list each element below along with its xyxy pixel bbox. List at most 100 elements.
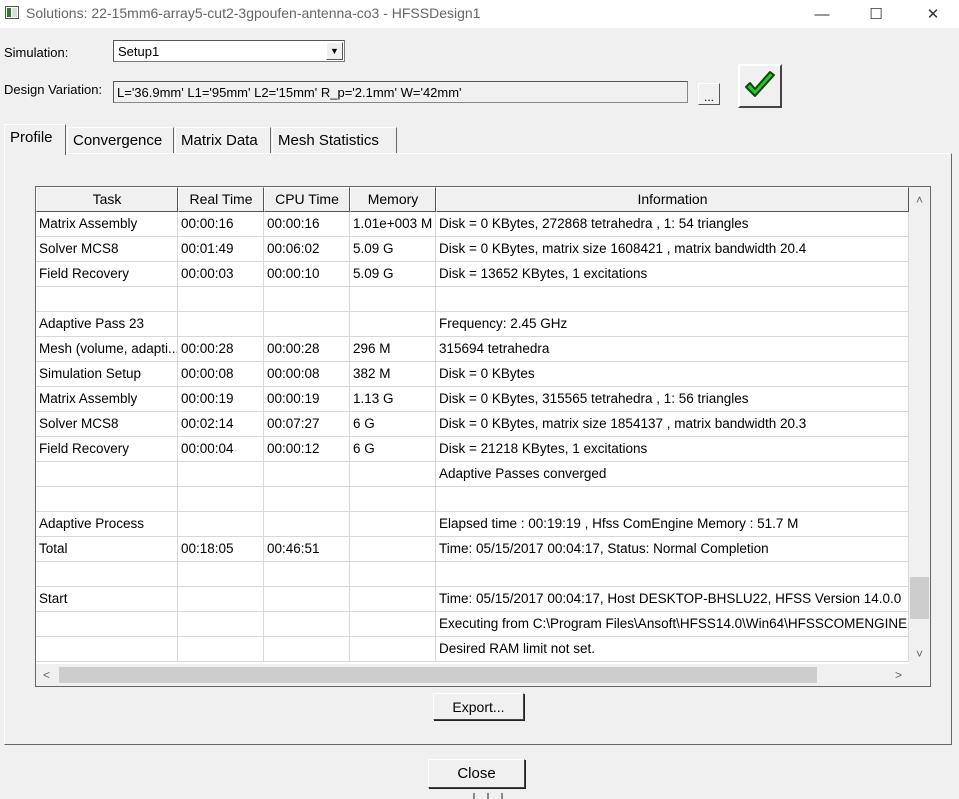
column-header-memory[interactable]: Memory: [350, 187, 436, 212]
table-row[interactable]: Desired RAM limit not set.: [36, 637, 909, 662]
vertical-scroll-thumb[interactable]: [910, 577, 929, 619]
cell-information: Disk = 0 KBytes: [436, 362, 909, 386]
scroll-left-icon[interactable]: <: [36, 664, 57, 685]
cell-task: Simulation Setup: [36, 362, 178, 386]
cell-real-time: 00:18:05: [178, 537, 264, 561]
design-variation-browse-button[interactable]: ...: [698, 83, 720, 105]
cell-cpu-time: [264, 462, 350, 486]
table-row[interactable]: Adaptive Passes converged: [36, 462, 909, 487]
cell-cpu-time: 00:00:12: [264, 437, 350, 461]
table-row[interactable]: Solver MCS8 00:02:14 00:07:27 6 G Disk = 0 K…: [36, 412, 909, 437]
close-button[interactable]: Close: [428, 759, 525, 788]
maximize-button[interactable]: ☐: [853, 0, 899, 28]
table-row[interactable]: Matrix Assembly 00:00:16 00:00:16 1.01e+003…: [36, 212, 909, 237]
scrollbar-corner: [909, 664, 930, 686]
export-button[interactable]: Export...: [433, 693, 524, 720]
table-row[interactable]: Simulation Setup 00:00:08 00:00:08 382 M Dis…: [36, 362, 909, 387]
cell-memory: 382 M: [350, 362, 436, 386]
table-row[interactable]: [36, 287, 909, 312]
simulation-value: Setup1: [118, 44, 160, 59]
cell-memory: 1.01e+003 M: [350, 212, 436, 236]
table-row[interactable]: Field Recovery 00:00:04 00:00:12 6 G Disk = …: [36, 437, 909, 462]
table-row[interactable]: Mesh (volume, adapti... 00:00:28 00:00:28 2…: [36, 337, 909, 362]
column-header-information[interactable]: Information: [436, 187, 909, 212]
close-window-button[interactable]: ✕: [910, 0, 956, 28]
cell-information: Executing from C:\Program Files\Ansoft\H…: [436, 612, 909, 636]
scroll-down-icon[interactable]: ˅: [909, 643, 930, 664]
cell-memory: [350, 312, 436, 336]
tab-convergence[interactable]: Convergence: [67, 127, 174, 153]
table-row[interactable]: Adaptive Process Elapsed time : 00:19:19 …: [36, 512, 909, 537]
cell-real-time: [178, 512, 264, 536]
cell-memory: [350, 537, 436, 561]
cell-information: Disk = 0 KBytes, matrix size 1608421 , m…: [436, 237, 909, 261]
cell-cpu-time: 00:00:08: [264, 362, 350, 386]
check-icon: [745, 71, 775, 97]
cell-real-time: 00:00:04: [178, 437, 264, 461]
design-variation-field: L='36.9mm' L1='95mm' L2='15mm' R_p='2.1m…: [113, 81, 688, 103]
cell-real-time: 00:00:19: [178, 387, 264, 411]
cell-task: [36, 487, 178, 511]
horizontal-scroll-thumb[interactable]: [59, 667, 817, 683]
cell-task: [36, 637, 178, 661]
cell-real-time: [178, 312, 264, 336]
cell-information: Disk = 13652 KBytes, 1 excitations: [436, 262, 909, 286]
table-row[interactable]: Total 00:18:05 00:46:51 Time: 05/15/2017 00…: [36, 537, 909, 562]
column-header-real-time[interactable]: Real Time: [178, 187, 264, 212]
table-row[interactable]: [36, 562, 909, 587]
cell-task: [36, 562, 178, 586]
cell-memory: 5.09 G: [350, 237, 436, 261]
cell-information: Time: 05/15/2017 00:04:17, Status: Norma…: [436, 537, 909, 561]
cell-cpu-time: 00:00:19: [264, 387, 350, 411]
vertical-scrollbar[interactable]: ˄ ˅: [909, 187, 930, 664]
column-header-cpu-time[interactable]: CPU Time: [264, 187, 350, 212]
cell-memory: 5.09 G: [350, 262, 436, 286]
tab-profile[interactable]: Profile: [4, 124, 66, 155]
cell-information: [436, 562, 909, 586]
cell-real-time: [178, 562, 264, 586]
cell-information: Adaptive Passes converged: [436, 462, 909, 486]
cell-task: Total: [36, 537, 178, 561]
cell-information: Disk = 0 KBytes, 272868 tetrahedra , 1: …: [436, 212, 909, 236]
cell-task: Matrix Assembly: [36, 387, 178, 411]
cell-information: [436, 487, 909, 511]
cell-real-time: [178, 637, 264, 661]
cell-memory: [350, 487, 436, 511]
table-row[interactable]: Executing from C:\Program Files\Ansoft\H…: [36, 612, 909, 637]
cell-information: Disk = 0 KBytes, matrix size 1854137 , m…: [436, 412, 909, 436]
horizontal-scrollbar[interactable]: < >: [36, 664, 909, 686]
cell-cpu-time: [264, 562, 350, 586]
table-row[interactable]: Field Recovery 00:00:03 00:00:10 5.09 G Disk…: [36, 262, 909, 287]
table-row[interactable]: Solver MCS8 00:01:49 00:06:02 5.09 G Disk = …: [36, 237, 909, 262]
table-row[interactable]: Start Time: 05/15/2017 00:04:17, Host DES…: [36, 587, 909, 612]
cell-cpu-time: [264, 587, 350, 611]
cell-real-time: [178, 612, 264, 636]
cell-memory: [350, 462, 436, 486]
tab-matrix-data[interactable]: Matrix Data: [175, 127, 271, 153]
table-row[interactable]: Adaptive Pass 23 Frequency: 2.45 GHz: [36, 312, 909, 337]
cell-task: Field Recovery: [36, 437, 178, 461]
table-row[interactable]: Matrix Assembly 00:00:19 00:00:19 1.13 G Dis…: [36, 387, 909, 412]
cell-cpu-time: [264, 612, 350, 636]
tab-mesh-statistics[interactable]: Mesh Statistics: [272, 127, 397, 153]
simulation-select[interactable]: Setup1 ▼: [113, 40, 345, 62]
cell-memory: 6 G: [350, 437, 436, 461]
scroll-right-icon[interactable]: >: [888, 664, 909, 685]
cell-real-time: 00:00:16: [178, 212, 264, 236]
cell-memory: [350, 287, 436, 311]
cell-real-time: [178, 287, 264, 311]
column-header-task[interactable]: Task: [36, 187, 178, 212]
cell-task: Start: [36, 587, 178, 611]
resize-grip[interactable]: [473, 793, 503, 799]
cell-memory: [350, 637, 436, 661]
profile-table: Task Real Time CPU Time Memory Informati…: [35, 186, 931, 687]
table-row[interactable]: [36, 487, 909, 512]
minimize-button[interactable]: —: [799, 0, 845, 28]
cell-cpu-time: [264, 512, 350, 536]
dropdown-arrow-icon[interactable]: ▼: [326, 42, 343, 60]
cell-cpu-time: 00:06:02: [264, 237, 350, 261]
cell-information: Disk = 21218 KBytes, 1 excitations: [436, 437, 909, 461]
scroll-up-icon[interactable]: ˄: [909, 189, 930, 210]
cell-task: Mesh (volume, adapti...: [36, 337, 178, 361]
cell-real-time: 00:00:28: [178, 337, 264, 361]
